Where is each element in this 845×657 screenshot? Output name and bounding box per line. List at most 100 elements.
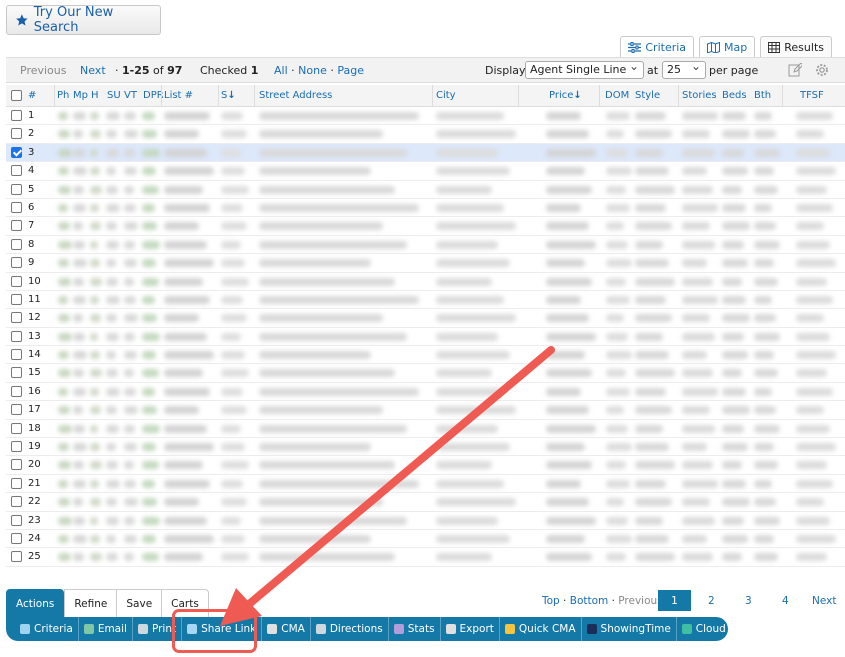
action-email-button[interactable]: Email [79, 617, 133, 641]
row-checkbox[interactable] [11, 165, 22, 177]
table-row[interactable]: 12 [6, 309, 845, 328]
row-checkbox[interactable] [11, 146, 22, 158]
table-row[interactable]: 16 [6, 383, 845, 402]
select-all-link[interactable]: All [274, 64, 288, 77]
row-checkbox[interactable] [11, 238, 22, 250]
action-cma-button[interactable]: CMA [262, 617, 311, 641]
col-city[interactable]: City [436, 90, 456, 101]
table-row[interactable]: 2 [6, 125, 845, 144]
tab-refine[interactable]: Refine [64, 589, 118, 617]
col-ph[interactable]: Ph [57, 90, 69, 101]
col-stories[interactable]: Stories [682, 90, 717, 101]
table-row[interactable]: 5 [6, 181, 845, 199]
row-checkbox[interactable] [11, 441, 22, 453]
col-su[interactable]: SU [107, 90, 121, 101]
table-row[interactable]: 19 [6, 438, 845, 457]
display-select[interactable]: Agent Single Line [525, 59, 644, 79]
row-checkbox[interactable] [11, 349, 22, 361]
tab-save[interactable]: Save [117, 589, 163, 617]
row-checkbox[interactable] [11, 275, 22, 287]
table-row[interactable]: 4 [6, 162, 845, 181]
row-checkbox[interactable] [11, 459, 22, 471]
table-row[interactable]: 15 [6, 364, 845, 383]
col-bth[interactable]: Bth [754, 90, 771, 101]
col-dom[interactable]: DOM [605, 90, 629, 101]
action-showingtime-button[interactable]: ShowingTime [582, 617, 677, 641]
tab-map[interactable]: Map [699, 36, 756, 57]
row-checkbox[interactable] [11, 422, 22, 434]
row-checkbox[interactable] [11, 110, 22, 121]
table-row[interactable]: 9 [6, 254, 845, 273]
select-none-link[interactable]: None [298, 64, 327, 77]
action-quick-cma-button[interactable]: Quick CMA [500, 617, 582, 641]
col-s[interactable]: S↓ [221, 90, 236, 101]
col-num[interactable]: # [28, 90, 36, 101]
col-vt[interactable]: VT [124, 90, 137, 101]
row-checkbox[interactable] [11, 404, 22, 416]
row-checkbox[interactable] [11, 551, 22, 563]
row-checkbox[interactable] [11, 183, 22, 195]
row-checkbox[interactable] [11, 312, 22, 324]
table-row[interactable]: 1 [6, 107, 845, 126]
table-row[interactable]: 8 [6, 236, 845, 255]
table-row[interactable]: 14 [6, 346, 845, 365]
row-checkbox[interactable] [11, 532, 22, 544]
row-checkbox[interactable] [11, 496, 22, 508]
action-criteria-button[interactable]: Criteria [6, 617, 79, 641]
top-link[interactable]: Top [542, 595, 560, 607]
row-checkbox[interactable] [11, 293, 22, 305]
action-directions-button[interactable]: Directions [311, 617, 389, 641]
col-street[interactable]: Street Address [259, 90, 332, 101]
select-all-checkbox[interactable] [11, 90, 22, 101]
page-1-button[interactable]: 1 [658, 590, 691, 611]
col-list[interactable]: List # [164, 90, 193, 101]
edit-icon[interactable] [788, 63, 802, 77]
col-beds[interactable]: Beds [722, 90, 747, 101]
table-row[interactable]: 6 [6, 199, 845, 218]
page-2-link[interactable]: 2 [708, 595, 715, 607]
next-link[interactable]: Next [80, 64, 106, 77]
row-checkbox[interactable] [11, 128, 22, 140]
table-row[interactable]: 23 [6, 512, 845, 530]
table-row[interactable]: 25 [6, 548, 845, 567]
col-price[interactable]: Price↓ [549, 90, 582, 101]
row-checkbox[interactable] [11, 257, 22, 269]
row-checkbox[interactable] [11, 385, 22, 397]
table-row[interactable]: 17 [6, 401, 845, 420]
bottom-link[interactable]: Bottom [570, 595, 609, 607]
col-tfsf[interactable]: TFSF [800, 90, 824, 101]
table-row[interactable]: 18 [6, 420, 845, 439]
action-cloud-cma-button[interactable]: Cloud CMA [677, 617, 758, 641]
table-row[interactable]: 21 [6, 475, 845, 494]
tab-results[interactable]: Results [760, 36, 832, 57]
table-row[interactable]: 13 [6, 328, 845, 347]
page-4-link[interactable]: 4 [782, 595, 789, 607]
tab-criteria[interactable]: Criteria [620, 36, 695, 57]
row-checkbox[interactable] [11, 367, 22, 379]
row-checkbox[interactable] [11, 514, 22, 526]
row-checkbox[interactable] [11, 477, 22, 489]
table-row[interactable]: 22 [6, 493, 845, 512]
table-row[interactable]: 11 [6, 291, 845, 310]
table-row[interactable]: 3 [6, 143, 845, 163]
table-row[interactable]: 7 [6, 217, 845, 236]
row-checkbox[interactable] [11, 201, 22, 213]
action-export-button[interactable]: Export [441, 617, 500, 641]
per-page-select[interactable]: 25 [662, 59, 706, 79]
page-3-link[interactable]: 3 [745, 595, 752, 607]
table-row[interactable]: 20 [6, 456, 845, 475]
row-checkbox[interactable] [11, 330, 22, 342]
table-row[interactable]: 10 [6, 273, 845, 291]
next-page-link[interactable]: Next [812, 595, 836, 607]
previous-page-link[interactable]: Previous [618, 595, 662, 607]
row-checkbox[interactable] [11, 220, 22, 232]
try-new-search-button[interactable]: Try Our New Search [6, 5, 161, 35]
select-page-link[interactable]: Page [337, 64, 364, 77]
gear-icon[interactable] [815, 63, 829, 77]
col-h[interactable]: H [91, 90, 99, 101]
previous-link[interactable]: Previous [20, 64, 67, 77]
tab-actions[interactable]: Actions [6, 589, 65, 617]
table-row[interactable]: 24 [6, 530, 845, 549]
action-stats-button[interactable]: Stats [389, 617, 441, 641]
col-style[interactable]: Style [635, 90, 660, 101]
